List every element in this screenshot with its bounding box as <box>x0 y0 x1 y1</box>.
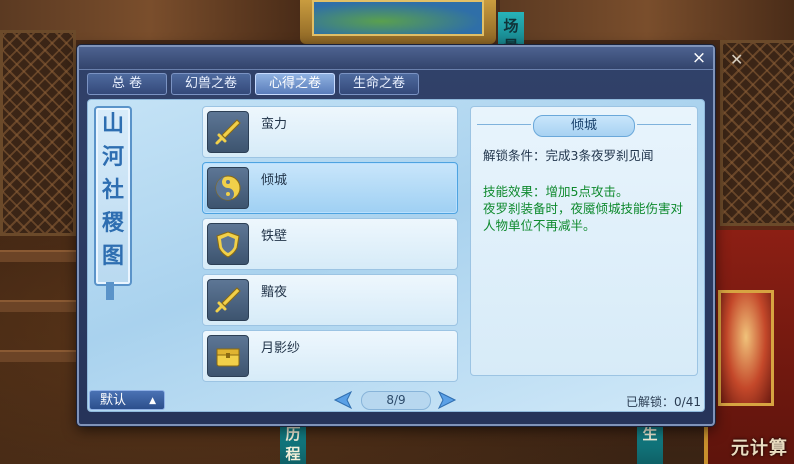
watermark: 元计算 <box>731 438 788 459</box>
shelf <box>0 350 80 362</box>
unlocked-count: 已解锁：0/41 <box>626 395 701 409</box>
item-name: 铁壁 <box>261 229 288 244</box>
dropdown-label: 默认 <box>100 393 127 408</box>
tab-general[interactable]: 总 卷 <box>87 73 167 95</box>
shelf <box>0 300 80 312</box>
window-lattice <box>0 30 76 236</box>
scroll-title-seal: 山 河 社 稷 图 <box>94 106 132 286</box>
list-item[interactable]: 倾城 <box>202 162 458 214</box>
tab-beasts[interactable]: 幻兽之卷 <box>171 73 251 95</box>
red-cabinet <box>704 230 794 464</box>
detail-panel: 倾城 解锁条件：完成3条夜罗刹见闻 技能效果：增加5点攻击。 夜罗刹装备时，夜魇… <box>470 106 698 376</box>
seal-char: 稷 <box>101 210 124 236</box>
detail-header: 倾城 <box>471 115 697 137</box>
life-banner: 生 <box>637 420 663 464</box>
sword-icon <box>207 279 249 321</box>
codex-window: × 总 卷 幻兽之卷 心得之卷 生命之卷 山 河 社 稷 图 蛮力 倾城 铁壁 … <box>77 45 715 426</box>
yin-yang-icon <box>207 167 249 209</box>
sword-icon <box>207 111 249 153</box>
unlock-condition: 解锁条件：完成3条夜罗刹见闻 <box>483 148 654 163</box>
item-name: 蛮力 <box>261 117 288 132</box>
caret-up-icon: ▲ <box>149 396 156 406</box>
window-titlebar <box>79 47 713 70</box>
skill-effect: 技能效果：增加5点攻击。 夜罗刹装备时，夜魇倾城技能伤害对人物单位不再减半。 <box>483 183 693 234</box>
effect-line: 夜罗刹装备时，夜魇倾城技能伤害对人物单位不再减半。 <box>483 201 684 233</box>
seal-char: 河 <box>101 144 124 170</box>
seal-ribbon <box>106 282 114 300</box>
page-indicator: 8/9 <box>361 391 431 410</box>
entry-list: 蛮力 倾城 铁壁 黯夜 月影纱 <box>202 106 458 386</box>
default-sort-dropdown[interactable]: 默认 ▲ <box>89 390 165 410</box>
item-name: 黯夜 <box>261 285 288 300</box>
item-name: 倾城 <box>261 173 288 188</box>
roof-beam <box>500 0 794 40</box>
list-item[interactable]: 铁壁 <box>202 218 458 270</box>
seal-char: 山 <box>101 111 124 137</box>
shelf <box>0 250 80 262</box>
tab-insights[interactable]: 心得之卷 <box>255 73 335 95</box>
item-name: 月影纱 <box>261 341 301 356</box>
effect-line: 技能效果：增加5点攻击。 <box>483 184 629 199</box>
tab-life[interactable]: 生命之卷 <box>339 73 419 95</box>
list-item[interactable]: 蛮力 <box>202 106 458 158</box>
prev-page-button[interactable] <box>333 390 355 410</box>
shield-icon <box>207 223 249 265</box>
pager: 8/9 <box>333 390 457 410</box>
next-page-button[interactable] <box>435 390 457 410</box>
tab-bar: 总 卷 幻兽之卷 心得之卷 生命之卷 <box>87 73 419 95</box>
history-banner: 历 程 <box>280 420 306 464</box>
arrow-right-icon <box>437 390 457 410</box>
list-item[interactable]: 月影纱 <box>202 330 458 382</box>
content-panel: 山 河 社 稷 图 蛮力 倾城 铁壁 黯夜 月影纱 倾城 解锁条件：完成3条夜罗… <box>87 99 705 412</box>
decor-mark: ✕ <box>730 50 744 69</box>
close-button[interactable]: × <box>690 49 708 67</box>
arrow-left-icon <box>333 390 353 410</box>
seal-char: 图 <box>101 243 124 269</box>
chest-icon <box>207 335 249 377</box>
detail-title: 倾城 <box>533 115 635 137</box>
list-item[interactable]: 黯夜 <box>202 274 458 326</box>
world-map-painting <box>300 0 496 44</box>
seal-char: 社 <box>101 177 124 203</box>
